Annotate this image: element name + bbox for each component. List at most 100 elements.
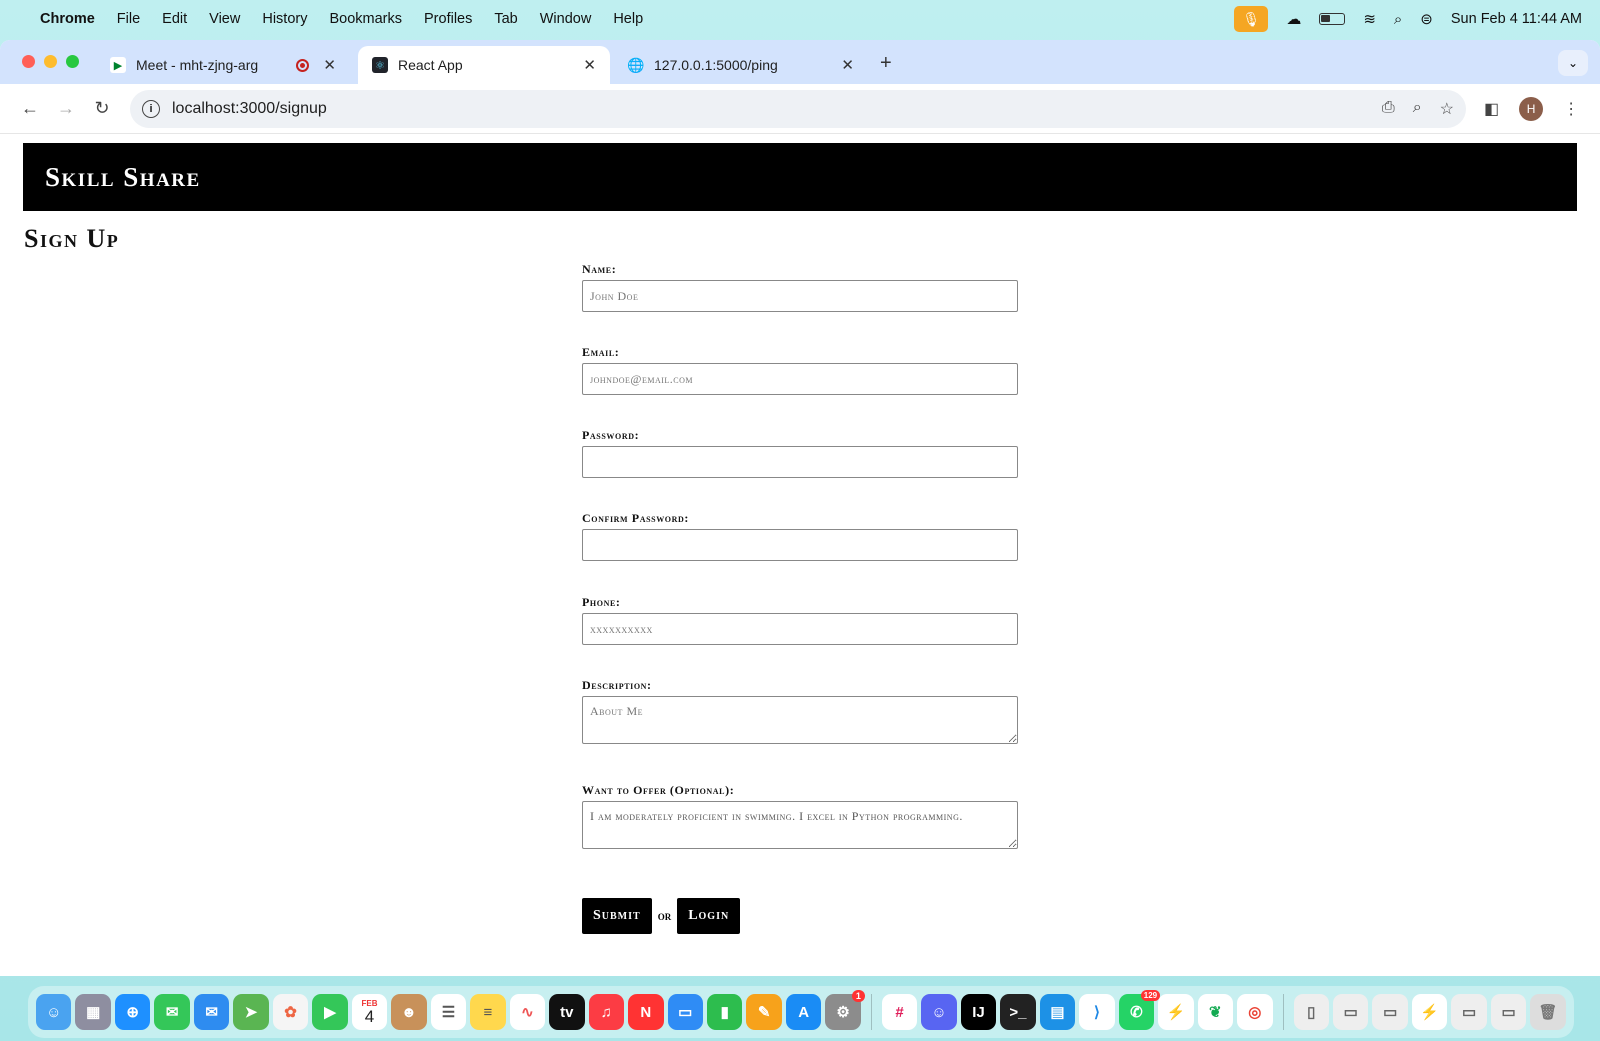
- menu-window[interactable]: Window: [540, 11, 592, 27]
- menu-edit[interactable]: Edit: [162, 11, 187, 27]
- close-window-button[interactable]: [22, 55, 35, 68]
- mail-icon[interactable]: ✉: [193, 994, 230, 1030]
- tab-strip: ▶ Meet - mht-zjng-arg ✕ ⚛ React App ✕ 🌐 …: [0, 40, 1600, 84]
- mongodb-compass-icon[interactable]: ❦: [1197, 994, 1234, 1030]
- postman-like-icon[interactable]: ⚡: [1158, 994, 1194, 1030]
- confirm-password-input[interactable]: [582, 529, 1018, 561]
- url-text[interactable]: localhost:3000/signup: [172, 100, 327, 118]
- tab-close-icon[interactable]: ✕: [841, 56, 854, 74]
- menu-profiles[interactable]: Profiles: [424, 11, 472, 27]
- password-field-group: Password:: [582, 428, 1018, 478]
- tab-close-icon[interactable]: ✕: [323, 56, 336, 74]
- install-app-icon[interactable]: ⎙: [1382, 99, 1395, 119]
- address-bar[interactable]: i localhost:3000/signup ⎙ ⌕ ☆: [130, 89, 1466, 128]
- docker-icon[interactable]: ▤: [1039, 994, 1076, 1030]
- pages-icon[interactable]: ✎: [746, 994, 782, 1030]
- tab-close-icon[interactable]: ✕: [583, 56, 596, 74]
- back-arrow-icon[interactable]: ←: [12, 98, 48, 119]
- minimize-window-button[interactable]: [44, 55, 57, 68]
- menu-bookmarks[interactable]: Bookmarks: [329, 11, 402, 27]
- email-input[interactable]: [582, 363, 1018, 395]
- zoom-window-button[interactable]: [66, 55, 79, 68]
- calendar-day: 4: [364, 1006, 375, 1026]
- freeform-icon[interactable]: ∿: [509, 994, 546, 1030]
- document-icon[interactable]: ▯: [1293, 994, 1329, 1030]
- trash-icon[interactable]: 🗑: [1530, 994, 1566, 1030]
- launchpad-icon[interactable]: ▦: [75, 994, 111, 1030]
- description-textarea[interactable]: [582, 696, 1018, 744]
- kebab-menu-icon[interactable]: ⋮: [1563, 99, 1579, 119]
- reminders-icon[interactable]: ☰: [430, 994, 467, 1030]
- dock-separator: [1282, 994, 1284, 1030]
- contacts-icon[interactable]: ☻: [391, 994, 427, 1030]
- spotlight-search-icon[interactable]: ⌕: [1394, 11, 1402, 28]
- site-header: Skill Share: [23, 143, 1577, 211]
- bookmark-star-icon[interactable]: ☆: [1440, 99, 1454, 119]
- menu-tab[interactable]: Tab: [494, 11, 517, 27]
- macos-dock: ☺ ▦ ⊕ ✉ ✉ ➤ ✿ ▶ FEB 4 ☻ ☰ ≡ ∿ tv ♫ N ▭ ▮…: [28, 986, 1574, 1038]
- macos-menu-bar: Chrome File Edit View History Bookmarks …: [0, 0, 1600, 38]
- menu-view[interactable]: View: [209, 11, 240, 27]
- tab-react-app[interactable]: ⚛ React App ✕: [358, 46, 610, 84]
- whatsapp-icon[interactable]: ✆ 129: [1118, 990, 1161, 1030]
- system-settings-icon[interactable]: ⚙ 1: [825, 990, 865, 1030]
- vscode-icon[interactable]: ⟩: [1079, 994, 1115, 1030]
- safari-icon[interactable]: ⊕: [114, 994, 151, 1030]
- microphone-icon[interactable]: 🎙: [1234, 6, 1269, 32]
- messages-icon[interactable]: ✉: [154, 994, 190, 1030]
- postman-like-icon[interactable]: ⚡: [1411, 994, 1448, 1030]
- tab-meet[interactable]: ▶ Meet - mht-zjng-arg ✕: [96, 46, 350, 84]
- window-preview-icon[interactable]: ▭: [1451, 994, 1487, 1030]
- keynote-icon[interactable]: ▭: [667, 994, 703, 1030]
- login-button[interactable]: Login: [677, 898, 741, 934]
- phone-input[interactable]: [582, 613, 1018, 645]
- new-tab-icon[interactable]: +: [880, 52, 892, 75]
- music-icon[interactable]: ♫: [588, 994, 625, 1030]
- control-center-icon[interactable]: ⊜: [1420, 10, 1433, 28]
- offer-textarea[interactable]: I am moderately proficient in swimming. …: [582, 801, 1018, 849]
- app-store-icon[interactable]: A: [785, 994, 822, 1030]
- window-preview-icon[interactable]: ▭: [1332, 994, 1369, 1030]
- weather-icon[interactable]: ☁: [1286, 10, 1301, 28]
- menu-history[interactable]: History: [262, 11, 307, 27]
- chevron-down-icon[interactable]: ⌄: [1558, 50, 1588, 76]
- battery-icon[interactable]: [1319, 13, 1346, 25]
- tab-ping[interactable]: 🌐 127.0.0.1:5000/ping ✕: [614, 46, 868, 84]
- profile-avatar[interactable]: H: [1519, 96, 1544, 121]
- reload-icon[interactable]: ↻: [84, 98, 120, 119]
- numbers-icon[interactable]: ▮: [706, 994, 743, 1030]
- facetime-icon[interactable]: ▶: [312, 994, 348, 1030]
- name-input[interactable]: [582, 280, 1018, 312]
- email-field-group: Email:: [582, 345, 1018, 395]
- calendar-icon[interactable]: FEB 4: [351, 994, 388, 1030]
- slack-icon[interactable]: #: [881, 994, 918, 1030]
- password-input[interactable]: [582, 446, 1018, 478]
- forward-arrow-icon[interactable]: →: [48, 98, 84, 119]
- finder-icon[interactable]: ☺: [36, 994, 72, 1030]
- terminal-icon[interactable]: >_: [1000, 994, 1036, 1030]
- tab-title: 127.0.0.1:5000/ping: [654, 57, 778, 73]
- photos-icon[interactable]: ✿: [272, 994, 309, 1030]
- zoom-icon[interactable]: ⌕: [1413, 99, 1422, 119]
- site-info-icon[interactable]: i: [142, 99, 160, 118]
- window-preview-icon[interactable]: ▭: [1490, 994, 1527, 1030]
- wifi-icon[interactable]: ≋: [1363, 10, 1376, 28]
- news-icon[interactable]: N: [628, 994, 664, 1030]
- menu-app-name[interactable]: Chrome: [40, 11, 95, 27]
- menu-file[interactable]: File: [117, 11, 140, 27]
- submit-button[interactable]: Submit: [582, 898, 652, 934]
- side-panel-icon[interactable]: ◧: [1484, 99, 1499, 119]
- notes-icon[interactable]: ≡: [470, 994, 506, 1030]
- menu-help[interactable]: Help: [613, 11, 643, 27]
- globe-icon: 🌐: [627, 56, 645, 73]
- chrome-icon[interactable]: ◎: [1237, 994, 1273, 1030]
- recording-icon: [296, 58, 310, 72]
- discord-icon[interactable]: ☺: [921, 994, 957, 1030]
- maps-icon[interactable]: ➤: [233, 994, 269, 1030]
- menu-clock[interactable]: Sun Feb 4 11:44 AM: [1451, 11, 1582, 27]
- intellij-icon[interactable]: IJ: [960, 994, 997, 1030]
- whatsapp-badge: 129: [1140, 990, 1161, 1001]
- browser-toolbar: ← → ↻ i localhost:3000/signup ⎙ ⌕ ☆ ◧ H …: [0, 84, 1600, 134]
- window-preview-icon[interactable]: ▭: [1372, 994, 1408, 1030]
- apple-tv-icon[interactable]: tv: [549, 994, 585, 1030]
